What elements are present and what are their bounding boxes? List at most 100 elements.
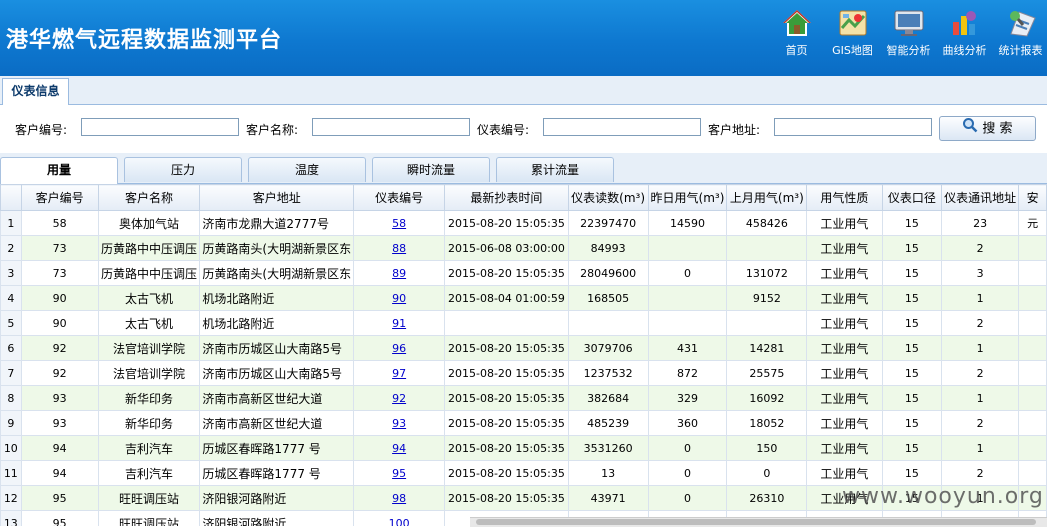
meter-id-link[interactable]: 96 <box>353 335 446 361</box>
tab-cumulative-flow[interactable]: 累计流量 <box>496 157 614 182</box>
nav-home[interactable]: 首页 <box>770 6 823 70</box>
table-row[interactable]: 4 90 太古飞机 机场北路附近 90 2015-08-04 01:00:59 168505… <box>0 285 1047 311</box>
nav-gis-map[interactable]: GIS地图 <box>826 6 879 70</box>
meter-id-link[interactable]: 89 <box>353 260 446 286</box>
yesterday-usage-cell <box>647 310 728 336</box>
meter-caliber-cell: 15 <box>881 210 943 236</box>
last-month-usage-header[interactable]: 上月用气(m³) <box>726 184 808 211</box>
row-number: 11 <box>0 460 22 486</box>
meter-reading-cell: 3079706 <box>567 335 649 361</box>
yesterday-usage-cell: 14590 <box>647 210 728 236</box>
row-number-header[interactable] <box>0 184 22 211</box>
customer-name-cell: 历黄路中中压调压 <box>97 235 201 261</box>
extra-cell <box>1018 310 1047 336</box>
table-row[interactable]: 2 73 历黄路中中压调压 历黄路南头(大明湖新景区东 88 2015-06-08 03:… <box>0 235 1047 261</box>
row-number: 1 <box>0 210 22 236</box>
top-nav: 首页 GIS地图 智能分析 曲线分析 统计报表 <box>770 6 1047 70</box>
extra-cell <box>1018 360 1047 386</box>
customer-address-header[interactable]: 客户地址 <box>199 184 355 211</box>
last-reading-time-header[interactable]: 最新抄表时间 <box>444 184 569 211</box>
tab-usage[interactable]: 用量 <box>0 157 118 184</box>
table-row[interactable]: 7 92 法官培训学院 济南市历城区山大南路5号 97 2015-08-20 15:05:… <box>0 360 1047 386</box>
meter-comm-address-header[interactable]: 仪表通讯地址 <box>941 184 1020 211</box>
meter-id-link[interactable]: 93 <box>353 410 446 436</box>
customer-address-cell: 历城区春晖路1777 号 <box>199 435 355 461</box>
customer-address-input[interactable] <box>774 118 932 136</box>
meter-id-input[interactable] <box>543 118 701 136</box>
last-month-usage-cell: 150 <box>726 435 808 461</box>
customer-id-cell: 90 <box>20 285 99 311</box>
table-row[interactable]: 5 90 太古飞机 机场北路附近 91 工业用气 15 2 <box>0 310 1047 336</box>
gas-type-cell: 工业用气 <box>806 210 883 236</box>
nav-smart-analysis[interactable]: 智能分析 <box>882 6 935 70</box>
meter-id-link[interactable]: 97 <box>353 360 446 386</box>
row-number: 7 <box>0 360 22 386</box>
map-icon <box>837 8 869 38</box>
meter-id-link[interactable]: 92 <box>353 385 446 411</box>
table-row[interactable]: 10 94 吉利汽车 历城区春晖路1777 号 94 2015-08-20 15:05:3… <box>0 435 1047 461</box>
meter-comm-address-cell: 2 <box>941 410 1020 436</box>
nav-label: 智能分析 <box>886 44 931 57</box>
last-reading-time-cell: 2015-08-20 15:05:35 <box>444 385 569 411</box>
table-row[interactable]: 1 58 奥体加气站 济南市龙鼎大道2777号 58 2015-08-20 15:05:3… <box>0 210 1047 236</box>
row-number: 8 <box>0 385 22 411</box>
table-row[interactable]: 6 92 法官培训学院 济南市历城区山大南路5号 96 2015-08-20 15:05:… <box>0 335 1047 361</box>
last-reading-time-cell: 2015-08-20 15:05:35 <box>444 460 569 486</box>
extra-column-header[interactable]: 安 <box>1018 184 1047 211</box>
search-button[interactable]: 搜 索 <box>939 116 1036 141</box>
gas-type-cell: 工业用气 <box>806 285 883 311</box>
customer-id-cell: 95 <box>20 510 99 526</box>
scrollbar-thumb[interactable] <box>476 519 1036 525</box>
nav-statistics-report[interactable]: 统计报表 <box>994 6 1047 70</box>
meter-id-link[interactable]: 100 <box>353 510 446 526</box>
search-panel: 客户编号: 客户名称: 仪表编号: 客户地址: <box>0 105 1047 153</box>
customer-address-cell: 历城区春晖路1777 号 <box>199 460 355 486</box>
yesterday-usage-header[interactable]: 昨日用气(m³) <box>647 184 728 211</box>
table-row[interactable]: 3 73 历黄路中中压调压 历黄路南头(大明湖新景区东 89 2015-08-20 15:… <box>0 260 1047 286</box>
customer-name-cell: 法官培训学院 <box>97 335 201 361</box>
customer-name-input[interactable] <box>312 118 470 136</box>
customer-id-cell: 93 <box>20 410 99 436</box>
customer-address-cell: 济南市历城区山大南路5号 <box>199 335 355 361</box>
tab-meter-info[interactable]: 仪表信息 <box>2 78 69 105</box>
customer-address-cell: 济阳银河路附近 <box>199 510 355 526</box>
customer-address-cell: 济阳银河路附近 <box>199 485 355 511</box>
row-number: 3 <box>0 260 22 286</box>
meter-reading-cell: 485239 <box>567 410 649 436</box>
table-row[interactable]: 8 93 新华印务 济南市高新区世纪大道 92 2015-08-20 15:05:35 38… <box>0 385 1047 411</box>
meter-id-link[interactable]: 88 <box>353 235 446 261</box>
meter-id-link[interactable]: 90 <box>353 285 446 311</box>
meter-comm-address-cell: 1 <box>941 435 1020 461</box>
row-number: 10 <box>0 435 22 461</box>
customer-name-cell: 新华印务 <box>97 410 201 436</box>
customer-id-input[interactable] <box>81 118 239 136</box>
meter-comm-address-cell: 1 <box>941 285 1020 311</box>
meter-reading-header[interactable]: 仪表读数(m³) <box>567 184 649 211</box>
customer-id-header[interactable]: 客户编号 <box>20 184 99 211</box>
gas-type-header[interactable]: 用气性质 <box>806 184 883 211</box>
meter-reading-cell <box>567 310 649 336</box>
table-row[interactable]: 11 94 吉利汽车 历城区春晖路1777 号 95 2015-08-20 15:05:3… <box>0 460 1047 486</box>
extra-cell: 元 <box>1018 210 1047 236</box>
table-row[interactable]: 9 93 新华印务 济南市高新区世纪大道 93 2015-08-20 15:05:35 48… <box>0 410 1047 436</box>
tab-pressure[interactable]: 压力 <box>124 157 242 182</box>
meter-id-header[interactable]: 仪表编号 <box>353 184 446 211</box>
last-reading-time-cell: 2015-08-20 15:05:35 <box>444 260 569 286</box>
row-number: 12 <box>0 485 22 511</box>
meter-caliber-header[interactable]: 仪表口径 <box>881 184 943 211</box>
tab-instant-flow[interactable]: 瞬时流量 <box>372 157 490 182</box>
customer-name-header[interactable]: 客户名称 <box>97 184 201 211</box>
meter-comm-address-cell: 2 <box>941 360 1020 386</box>
nav-curve-analysis[interactable]: 曲线分析 <box>938 6 991 70</box>
meter-comm-address-cell: 1 <box>941 385 1020 411</box>
customer-name-cell: 吉利汽车 <box>97 460 201 486</box>
meter-id-link[interactable]: 98 <box>353 485 446 511</box>
meter-id-link[interactable]: 91 <box>353 310 446 336</box>
tab-temperature[interactable]: 温度 <box>248 157 366 182</box>
meter-id-link[interactable]: 95 <box>353 460 446 486</box>
meter-id-link[interactable]: 58 <box>353 210 446 236</box>
extra-cell <box>1018 285 1047 311</box>
meter-id-link[interactable]: 94 <box>353 435 446 461</box>
gas-type-cell: 工业用气 <box>806 435 883 461</box>
yesterday-usage-cell <box>647 285 728 311</box>
